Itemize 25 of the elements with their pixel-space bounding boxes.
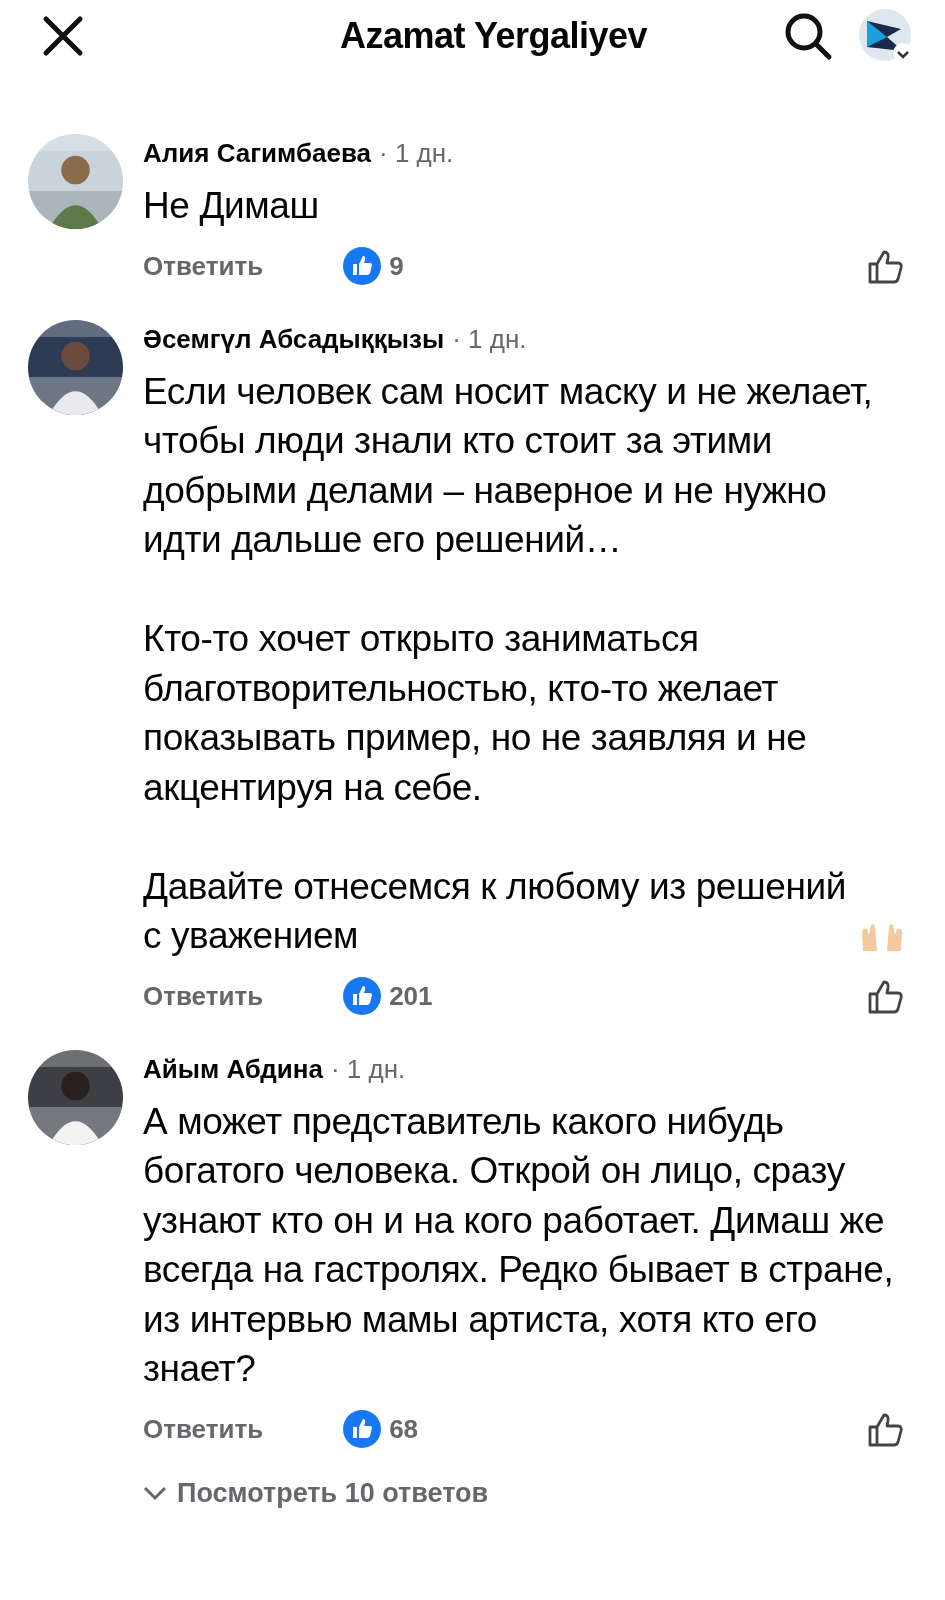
- like-reaction-icon: [343, 977, 382, 1015]
- author-name[interactable]: Алия Сагимбаева: [143, 134, 371, 173]
- page-title: Azamat Yergaliyev: [340, 14, 647, 58]
- like-reaction-icon: [343, 247, 382, 285]
- comment-text: Не Димаш: [143, 185, 319, 226]
- like-reaction-icon: [343, 1410, 382, 1448]
- comment-text: Если человек сам носит маску и не желает, чтобы люди знали кто стоит за этими добрыми делами – наверное и не нужно идти дальше его решений…: [143, 370, 873, 560]
- reply-link[interactable]: Ответить: [143, 1409, 264, 1449]
- reaction-count: 201: [389, 979, 433, 1013]
- reply-link[interactable]: Ответить: [143, 976, 264, 1016]
- reaction-count: 68: [389, 1412, 419, 1446]
- comment-time: · 1 дн.: [452, 322, 527, 356]
- reply-link[interactable]: Ответить: [143, 246, 264, 286]
- comment-time: · 1 дн.: [330, 1052, 406, 1086]
- search-icon[interactable]: [783, 11, 833, 61]
- comment-text: Кто-то хочет открыто заниматься благотворительностью, кто-то желает показывать пример, но не заявляя и не акцентируя на себе.: [143, 618, 807, 808]
- comment-text: Давайте отнесемся к любому из решений с уважением: [143, 864, 848, 958]
- reaction-count: 9: [389, 249, 404, 283]
- view-replies-link[interactable]: Посмотреть 10 ответов: [143, 1472, 905, 1513]
- comment-time: · 1 дн.: [379, 137, 454, 170]
- comment-text: А может представитель какого нибудь богатого человека. Открой он лицо, сразу узнают кто он и на кого работает. Димаш же всегда на гастролях. Редко бывает в стране, из интервью мамы артиста, хотя кто его знает?: [143, 1100, 894, 1389]
- close-icon[interactable]: [42, 15, 84, 57]
- author-name[interactable]: Айым Абдина: [143, 1049, 323, 1089]
- chevron-down-icon: [143, 1484, 167, 1501]
- author-name[interactable]: Әсемгүл Абсадыққызы: [143, 319, 445, 359]
